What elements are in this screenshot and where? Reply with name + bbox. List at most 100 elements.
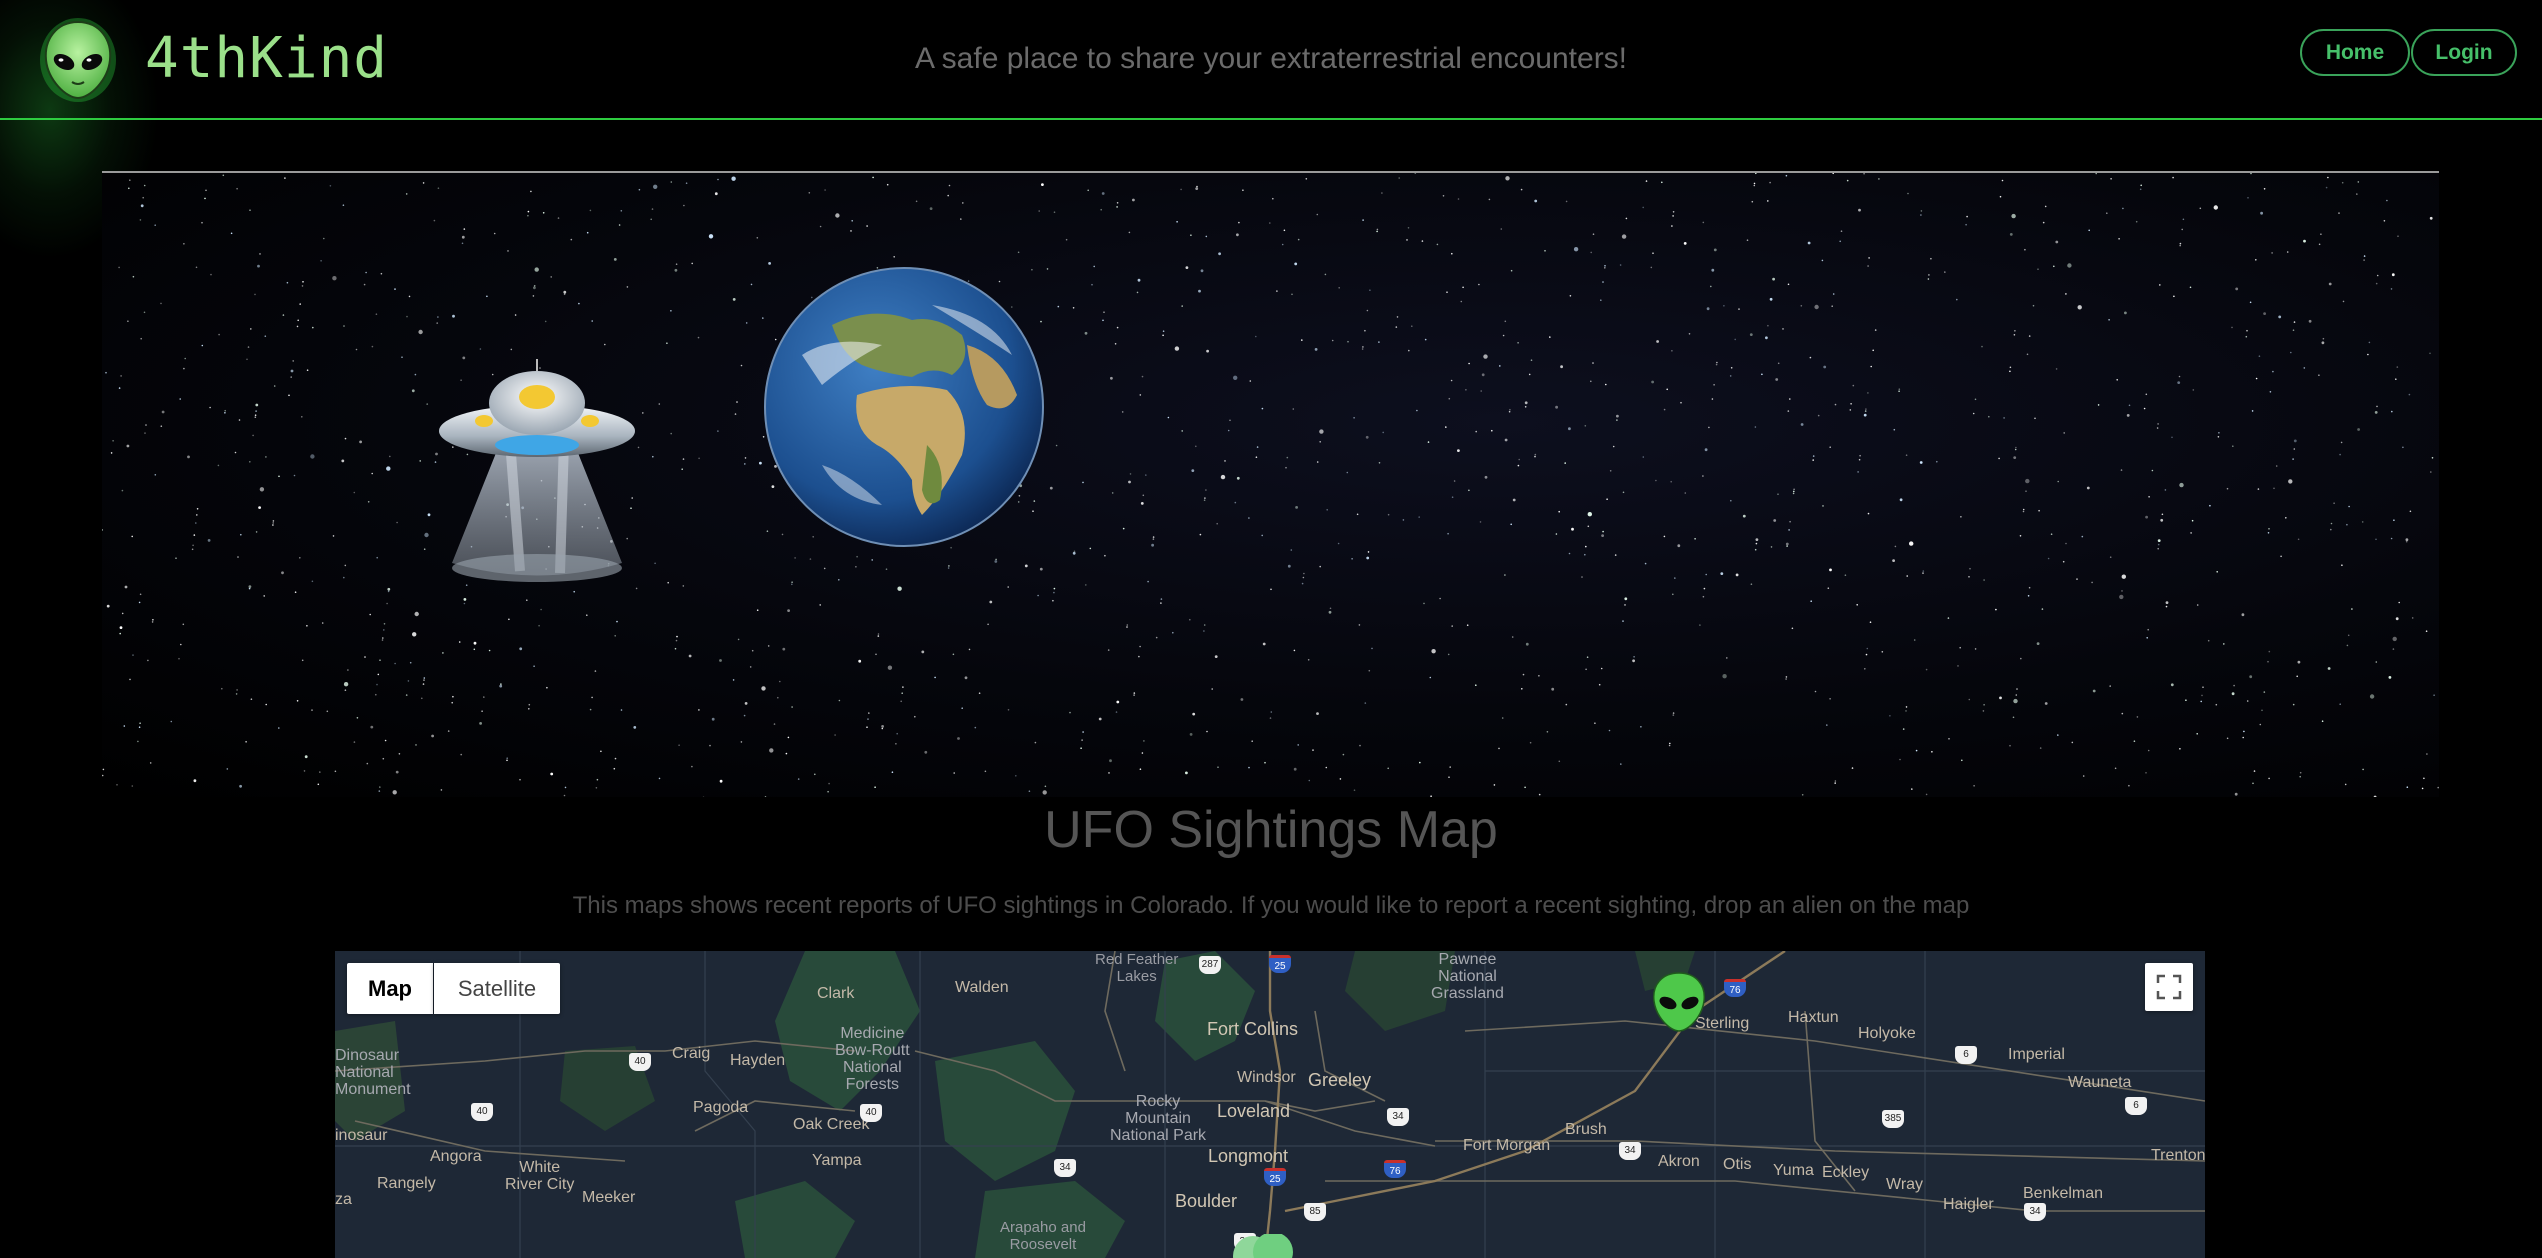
star: [1181, 305, 1183, 307]
star: [1353, 789, 1356, 791]
star: [341, 459, 345, 463]
star: [250, 328, 252, 330]
star: [1255, 335, 1257, 338]
star: [128, 187, 130, 190]
star: [1128, 480, 1131, 484]
star: [1720, 572, 1724, 575]
star: [1216, 522, 1218, 525]
star: [381, 639, 384, 641]
star: [1694, 538, 1696, 540]
star: [1672, 211, 1675, 213]
star: [1510, 269, 1513, 272]
star: [1867, 265, 1869, 267]
star: [2151, 469, 2154, 472]
star: [255, 403, 259, 407]
star: [119, 626, 123, 629]
star: [1642, 206, 1644, 209]
city-za: za: [335, 1191, 352, 1208]
star: [2285, 517, 2287, 519]
star: [2114, 767, 2117, 770]
star: [132, 275, 135, 278]
star: [2012, 716, 2015, 719]
star: [589, 209, 592, 212]
star: [1301, 339, 1303, 341]
star: [1359, 744, 1361, 747]
star: [740, 364, 743, 367]
star: [2268, 777, 2270, 780]
alien-marker-icon[interactable]: [1650, 971, 1708, 1033]
star: [1152, 538, 1155, 540]
alien-marker-icon[interactable]: [1225, 1234, 1305, 1258]
star: [633, 726, 637, 729]
star: [1480, 390, 1482, 392]
star: [731, 176, 736, 181]
star: [473, 648, 476, 651]
star: [828, 782, 830, 785]
star: [1368, 669, 1371, 672]
star: [987, 623, 989, 626]
star: [743, 714, 746, 717]
home-button[interactable]: Home: [2300, 29, 2410, 76]
star: [618, 224, 621, 226]
star: [1702, 595, 1705, 598]
star: [1677, 544, 1681, 548]
star: [1944, 271, 1946, 273]
star: [1927, 278, 1930, 280]
star: [1073, 550, 1076, 553]
star: [2120, 469, 2123, 471]
star: [563, 290, 567, 294]
star: [2157, 539, 2161, 542]
star: [481, 710, 483, 712]
star: [1642, 456, 1645, 458]
star: [1616, 419, 1618, 421]
star: [1800, 305, 1803, 307]
star: [2327, 176, 2329, 179]
city-oak-creek: Oak Creek: [793, 1116, 870, 1133]
star: [2390, 537, 2393, 540]
star: [405, 193, 408, 195]
star: [834, 734, 836, 736]
star: [994, 560, 998, 563]
star: [1587, 525, 1590, 528]
star: [297, 319, 299, 322]
star: [1262, 642, 1266, 646]
star: [2347, 634, 2350, 637]
star: [948, 565, 950, 567]
city-benkelman: Benkelman: [2023, 1185, 2104, 1202]
star: [1234, 501, 1237, 504]
login-button[interactable]: Login: [2411, 29, 2517, 76]
star: [1812, 459, 1814, 461]
star: [1475, 684, 1477, 686]
star: [1571, 527, 1574, 531]
star: [2055, 240, 2059, 244]
star: [538, 624, 540, 627]
star: [1726, 657, 1728, 659]
space-banner: [102, 171, 2439, 797]
star: [447, 730, 450, 732]
star: [1581, 576, 1583, 578]
map-type-map-button[interactable]: Map: [347, 963, 433, 1014]
star: [1295, 506, 1298, 509]
star: [1460, 300, 1463, 303]
star: [1447, 653, 1450, 656]
star: [343, 682, 349, 687]
star: [877, 633, 880, 635]
star: [1448, 776, 1450, 778]
map-type-satellite-button[interactable]: Satellite: [434, 963, 560, 1014]
fullscreen-button[interactable]: [2145, 963, 2193, 1011]
star: [2241, 613, 2245, 617]
star: [1248, 517, 1250, 519]
star: [756, 609, 759, 611]
star: [777, 696, 779, 699]
star: [138, 726, 141, 728]
star: [106, 604, 110, 608]
star: [140, 204, 144, 208]
star: [1906, 575, 1908, 577]
star: [519, 647, 523, 651]
star: [132, 654, 134, 656]
star: [304, 755, 308, 759]
star: [1328, 610, 1332, 614]
sightings-map[interactable]: Dinosaur National Monument Medicine Bow-…: [335, 951, 2205, 1258]
star: [1172, 631, 1174, 634]
star: [1840, 230, 1843, 232]
